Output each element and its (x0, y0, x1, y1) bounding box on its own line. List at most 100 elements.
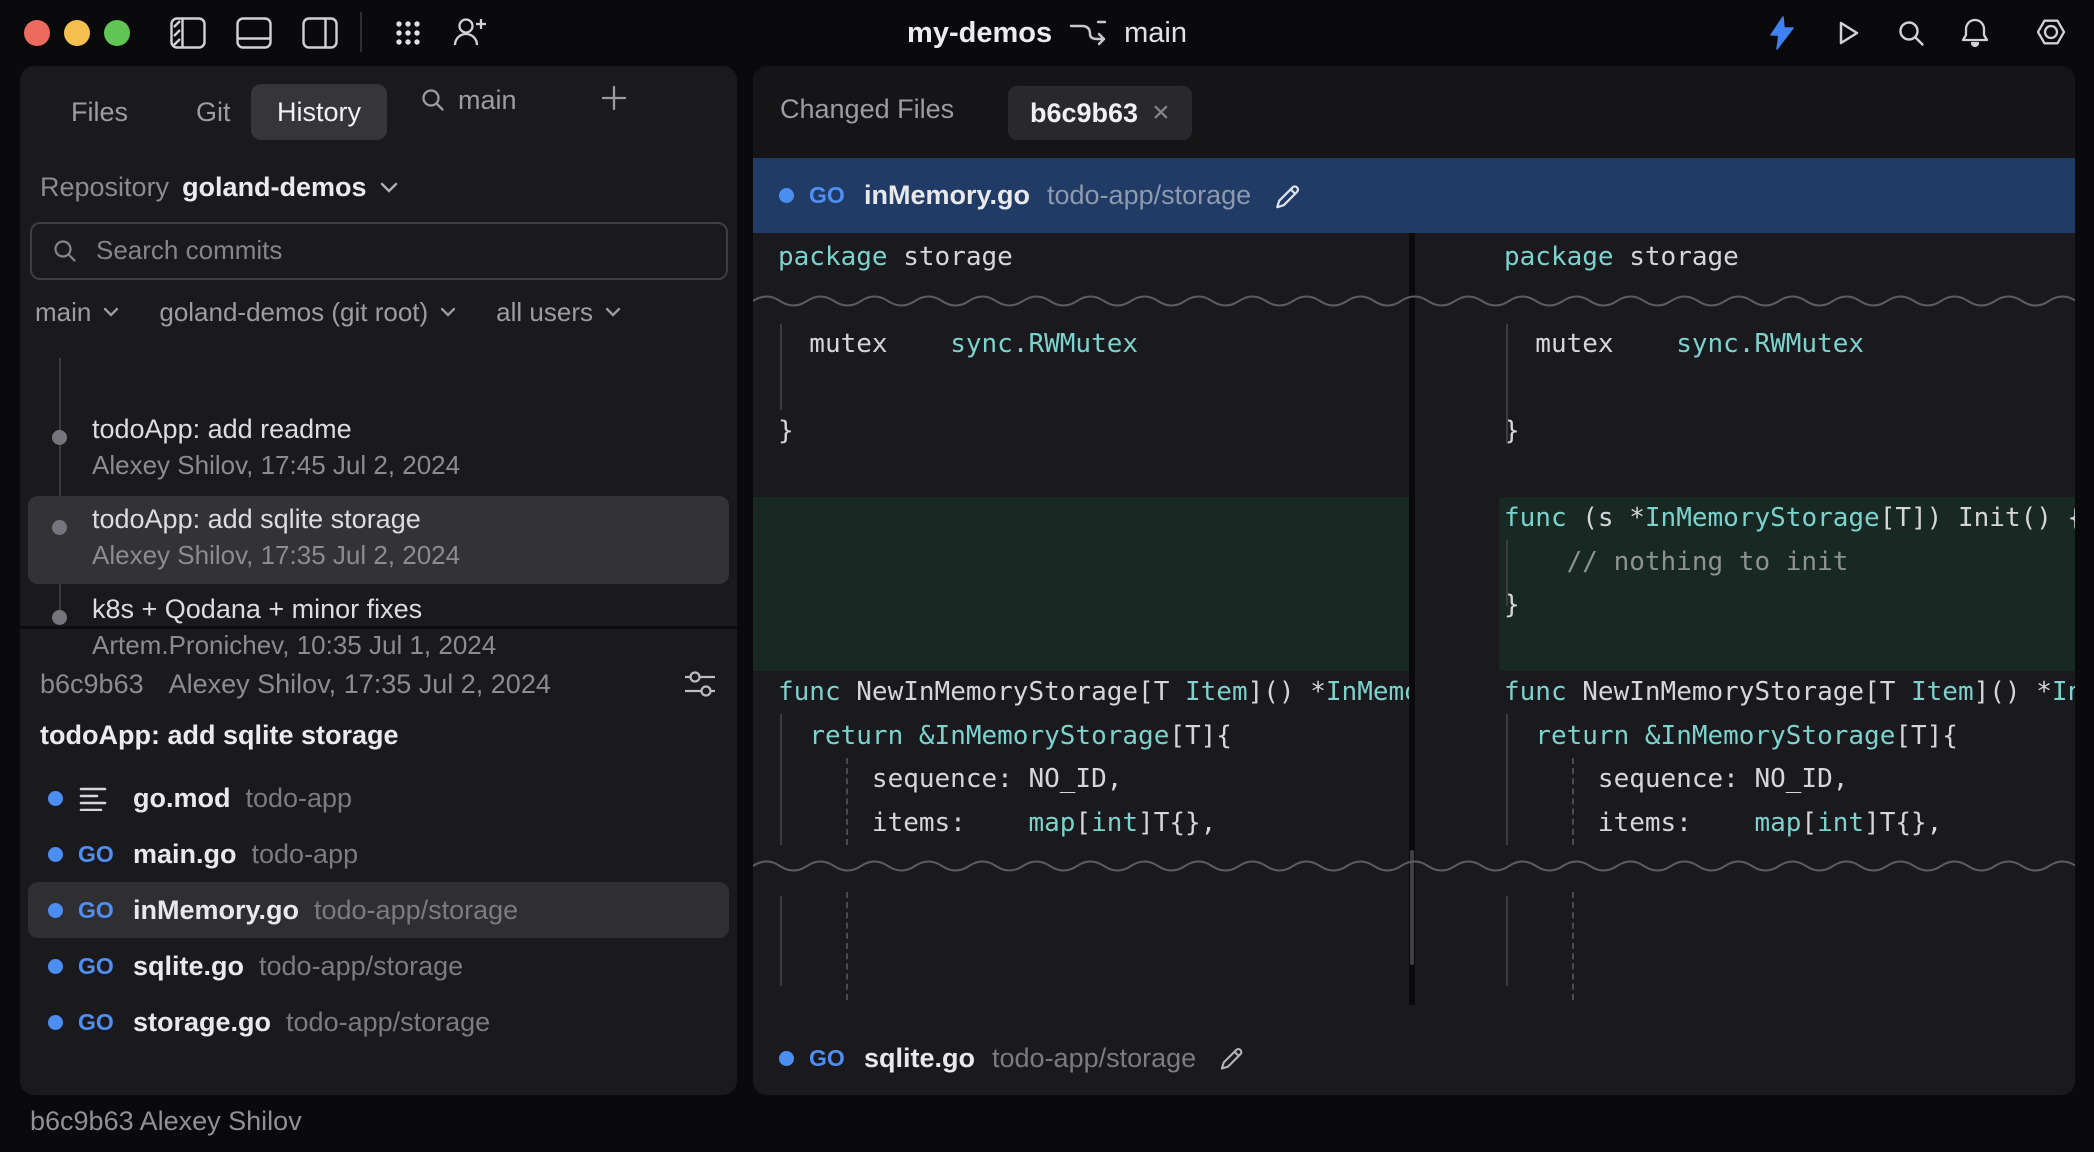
commit-dot-icon (52, 520, 67, 535)
notifications-bell-icon[interactable] (1960, 16, 1990, 50)
commit-detail-header: b6c9b63 Alexey Shilov, 17:35 Jul 2, 2024 (40, 664, 717, 704)
sidebar-tab-files[interactable]: Files (45, 84, 154, 140)
changed-file-item-sqlite.go[interactable]: GOsqlite.gotodo-app/storage (28, 938, 729, 994)
tab-search-main[interactable]: main (420, 72, 517, 128)
commit-item[interactable]: todoApp: add readme Alexey Shilov, 17:45 … (28, 406, 729, 494)
git-sidebar-panel: Files GitHistory main Repository goland-d… (20, 66, 737, 1095)
commit-message: todoApp: add sqlite storage (40, 720, 399, 751)
code-line: package storage (1504, 236, 1739, 280)
go-file-icon: GO (78, 841, 118, 868)
go-file-icon: GO (78, 953, 118, 980)
indent-guide (1506, 540, 1508, 606)
go-file-icon: GO (78, 1009, 118, 1036)
collapsed-region-wave-icon[interactable] (753, 858, 2075, 876)
filter-dropdown-2[interactable]: all users (496, 297, 621, 328)
diff-pane-after[interactable]: package storage mutex sync.RWMutex}func … (1418, 233, 2075, 1005)
go-file-icon: GO (809, 182, 849, 209)
code-line: func NewInMemoryStorage[T Item]() *InMem… (778, 671, 1411, 715)
filter-dropdown-0[interactable]: main (35, 297, 119, 328)
tab-commit-b6c9b63[interactable]: b6c9b63 × (1008, 86, 1192, 140)
repository-label: Repository (40, 172, 169, 203)
filter-label: goland-demos (git root) (159, 297, 428, 328)
repository-name: goland-demos (182, 172, 367, 203)
filter-dropdown-1[interactable]: goland-demos (git root) (159, 297, 456, 328)
edit-pencil-icon[interactable] (1272, 180, 1304, 212)
indent-guide (1506, 896, 1508, 986)
diff-file-header-inmemory[interactable]: GO inMemory.go todo-app/storage (753, 158, 2075, 233)
diff-editor[interactable]: package storage mutex sync.RWMutex}func … (753, 233, 2075, 1005)
close-icon[interactable]: × (1152, 98, 1170, 128)
chevron-down-icon (605, 307, 621, 317)
search-commits-input[interactable] (94, 226, 698, 274)
commit-title: todoApp: add sqlite storage (92, 504, 421, 535)
commit-title: todoApp: add readme (92, 414, 352, 445)
file-name: main.go (133, 839, 237, 870)
code-line: sequence: NO_ID, (1504, 758, 1848, 802)
changed-files-header: Changed Files b6c9b63 × (753, 66, 2075, 158)
tab-commit-label: b6c9b63 (1030, 98, 1138, 129)
sidebar-tab-history[interactable]: History (251, 84, 387, 140)
indent-guide (1572, 758, 1574, 845)
diff-file-path: todo-app/storage (1047, 180, 1251, 211)
diff-options-sliders-icon[interactable] (683, 669, 717, 699)
commit-item[interactable]: todoApp: add sqlite storage Alexey Shilov… (28, 496, 729, 584)
search-icon[interactable] (1896, 18, 1926, 48)
run-bolt-icon[interactable] (1768, 16, 1796, 50)
play-run-icon[interactable] (1832, 18, 1862, 48)
indent-guide (1506, 714, 1508, 845)
new-tab-plus-icon[interactable] (600, 84, 628, 112)
go-mod-file-icon (78, 785, 118, 811)
go-file-icon: GO (809, 1045, 849, 1072)
changed-file-item-main.go[interactable]: GO main.go todo-app (28, 826, 729, 882)
settings-gear-icon[interactable] (2036, 17, 2066, 47)
indent-guide (846, 892, 848, 1000)
chevron-down-icon (440, 307, 456, 317)
diff-file-name: inMemory.go (864, 180, 1030, 211)
indent-guide (780, 714, 782, 845)
changed-file-item-inMemory.go[interactable]: GOinMemory.gotodo-app/storage (28, 882, 729, 938)
commit-item[interactable]: k8s + Qodana + minor fixes Artem.Proniche… (28, 586, 729, 674)
code-line: items: map[int]T{}, (778, 802, 1216, 846)
current-branch-label[interactable]: main (1124, 17, 1187, 50)
commit-dot-icon (52, 430, 67, 445)
commit-title: k8s + Qodana + minor fixes (92, 594, 422, 625)
code-line: func (s *InMemoryStorage[T]) Init() { (1504, 497, 2075, 541)
project-title[interactable]: my-demos (907, 17, 1052, 50)
search-commits-magnifier-icon (52, 238, 78, 264)
sidebar-section-divider (20, 626, 737, 629)
filter-label: main (35, 297, 91, 328)
commit-meta: Artem.Pronichev, 10:35 Jul 1, 2024 (92, 630, 496, 661)
commit-hash: b6c9b63 (40, 669, 144, 700)
modified-file-dot-icon (48, 791, 63, 806)
search-commits-box (30, 222, 728, 280)
indent-guide (1506, 324, 1508, 443)
search-tab-label: main (458, 85, 517, 116)
code-line: items: map[int]T{}, (1504, 802, 1942, 846)
code-line: return &InMemoryStorage[T]{ (778, 715, 1232, 759)
changed-file-item-go.mod[interactable]: go.modtodo-app (28, 770, 729, 826)
search-tab-magnifier-icon (420, 87, 446, 113)
indent-guide (780, 896, 782, 986)
collapsed-file-path: todo-app/storage (992, 1043, 1196, 1074)
titlebar: my-demos main (0, 0, 2094, 66)
sidebar-tab-git[interactable]: Git (170, 84, 257, 140)
file-path: todo-app/storage (259, 951, 463, 982)
diff-file-header-sqlite[interactable]: GO sqlite.go todo-app/storage (753, 1032, 2075, 1084)
code-line: // nothing to init (1504, 541, 1848, 585)
file-name: inMemory.go (133, 895, 299, 926)
diff-pane-before[interactable]: package storage mutex sync.RWMutex}func … (753, 233, 1411, 1005)
commit-meta: Alexey Shilov, 17:35 Jul 2, 2024 (92, 540, 460, 571)
collapsed-region-wave-icon[interactable] (753, 293, 2075, 311)
modified-file-dot-icon (48, 1015, 63, 1030)
modified-file-dot-icon (779, 1051, 794, 1066)
file-path: todo-app/storage (286, 1007, 490, 1038)
code-line: return &InMemoryStorage[T]{ (1504, 715, 1958, 759)
commit-meta: Alexey Shilov, 17:45 Jul 2, 2024 (92, 450, 460, 481)
file-path: todo-app (252, 839, 359, 870)
indent-guide (1572, 892, 1574, 1000)
changed-file-item-storage.go[interactable]: GOstorage.gotodo-app/storage (28, 994, 729, 1050)
repository-selector[interactable]: Repository goland-demos (40, 166, 398, 208)
edit-pencil-icon[interactable] (1217, 1043, 1247, 1073)
commit-filters: main goland-demos (git root) all users (35, 294, 621, 330)
file-path: todo-app/storage (314, 895, 518, 926)
